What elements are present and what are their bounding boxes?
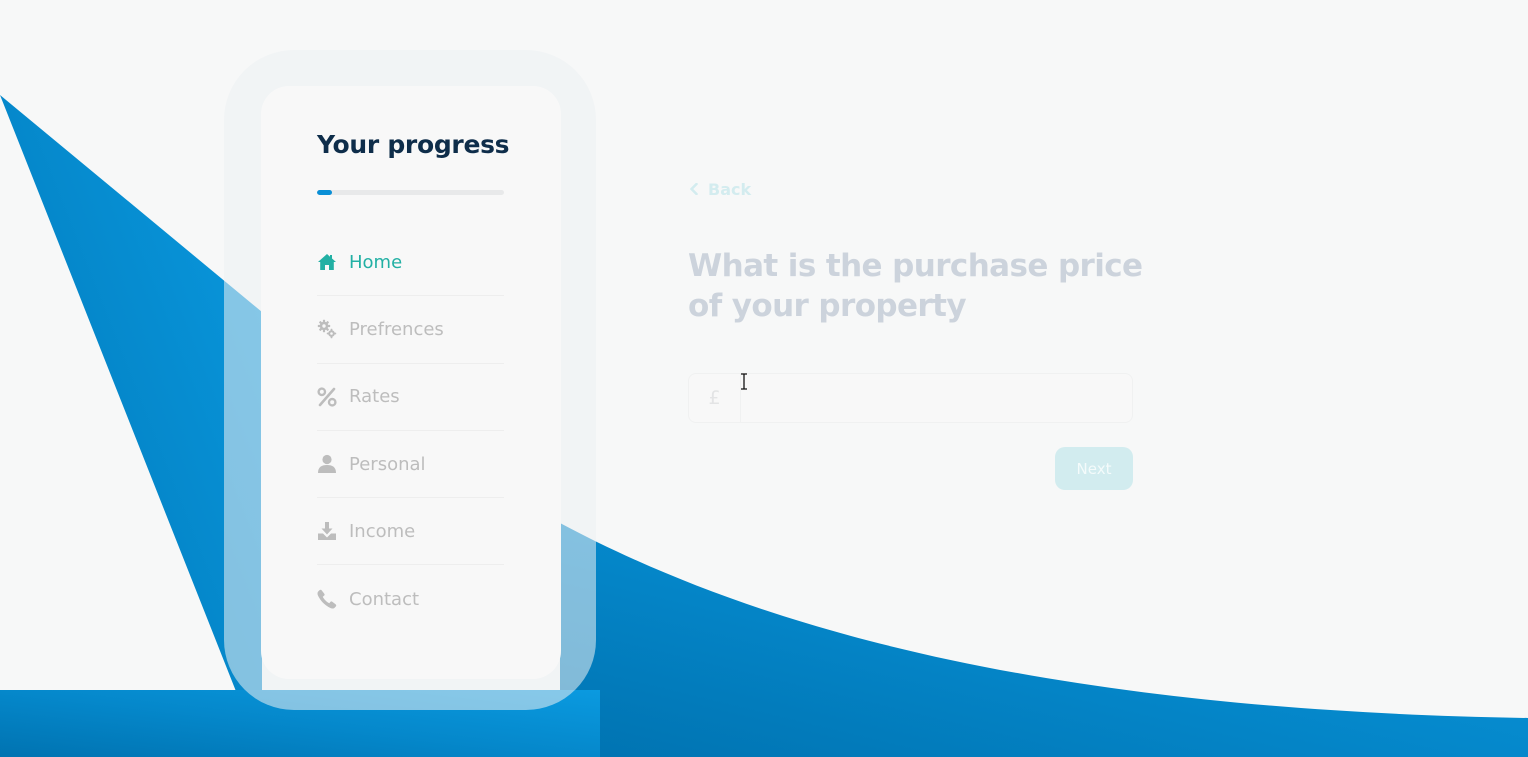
nav-label-prefrences: Prefrences bbox=[349, 318, 444, 340]
nav-label-contact: Contact bbox=[349, 588, 420, 610]
progress-steps: Home Prefrences Rates Personal Income Co… bbox=[317, 229, 504, 633]
nav-item-contact[interactable]: Contact bbox=[317, 565, 504, 632]
price-field: £ bbox=[688, 373, 1133, 423]
download-icon bbox=[317, 521, 337, 541]
nav-label-personal: Personal bbox=[349, 453, 426, 475]
currency-prefix: £ bbox=[689, 374, 741, 422]
phone-icon bbox=[317, 589, 337, 609]
back-label: Back bbox=[708, 179, 752, 199]
question-heading: What is the purchase price of your prope… bbox=[688, 248, 1143, 324]
nav-item-personal[interactable]: Personal bbox=[317, 431, 504, 499]
nav-label-rates: Rates bbox=[349, 386, 400, 408]
price-input[interactable] bbox=[741, 374, 1132, 422]
nav-item-rates[interactable]: Rates bbox=[317, 364, 504, 431]
next-button[interactable]: Next bbox=[1055, 447, 1133, 490]
back-link[interactable]: Back bbox=[689, 178, 751, 200]
text-cursor-icon bbox=[741, 373, 747, 390]
cogs-icon bbox=[317, 319, 337, 339]
page: Your progress Home Prefrences Rates Pers… bbox=[0, 0, 1528, 757]
progress-card: Your progress Home Prefrences Rates Pers… bbox=[261, 86, 561, 679]
progress-bar bbox=[317, 190, 504, 195]
nav-item-prefrences[interactable]: Prefrences bbox=[317, 296, 504, 364]
progress-title: Your progress bbox=[317, 130, 510, 159]
nav-item-income[interactable]: Income bbox=[317, 498, 504, 566]
percent-icon bbox=[317, 387, 337, 407]
chevron-left-icon bbox=[690, 183, 698, 195]
nav-label-home: Home bbox=[349, 251, 403, 273]
nav-item-home[interactable]: Home bbox=[317, 229, 504, 297]
user-icon bbox=[317, 454, 337, 474]
nav-label-income: Income bbox=[349, 520, 416, 542]
progress-bar-fill bbox=[317, 190, 332, 195]
home-icon bbox=[317, 252, 337, 272]
